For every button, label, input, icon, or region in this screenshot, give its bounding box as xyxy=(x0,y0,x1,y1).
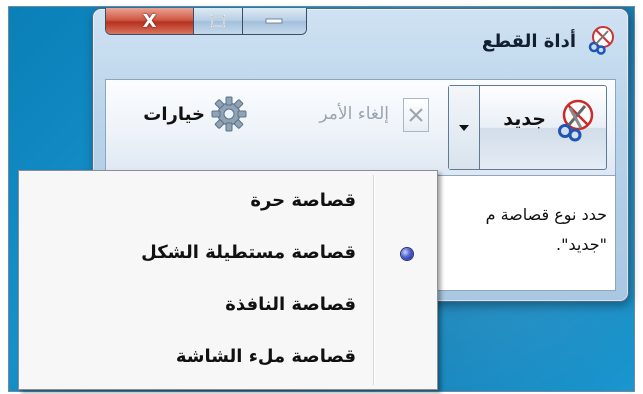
window-title: أداة القطع xyxy=(481,31,576,52)
menu-item-full-screen-snip[interactable]: قصاصة ملء الشاشة xyxy=(22,337,434,381)
caption-buttons: X xyxy=(105,8,307,35)
close-button[interactable]: X xyxy=(106,8,195,34)
new-button[interactable]: جديد xyxy=(448,85,607,170)
minimize-icon xyxy=(265,18,283,24)
instruction-text: حدد نوع قصاصة م "جديد". xyxy=(417,200,607,260)
new-button-main[interactable]: جديد xyxy=(478,86,606,169)
cancel-icon xyxy=(403,98,429,132)
gear-icon xyxy=(211,96,247,132)
options-button-label: خيارات xyxy=(143,104,205,125)
menu-item-label: قصاصة ملء الشاشة xyxy=(175,346,356,367)
cancel-button-label: إلغاء الأمر xyxy=(319,104,389,124)
title-bar[interactable]: X أداة القطع xyxy=(93,8,628,69)
options-button[interactable]: خيارات xyxy=(105,90,253,140)
maximize-button[interactable] xyxy=(194,8,243,34)
new-dropdown-arrow[interactable] xyxy=(449,86,480,169)
menu-item-window-snip[interactable]: قصاصة النافذة xyxy=(22,285,434,329)
scissors-icon xyxy=(558,99,594,142)
maximize-icon xyxy=(210,15,225,27)
snip-type-menu: قصاصة حرة قصاصة مستطيلة الشكل قصاصة النا… xyxy=(18,170,438,390)
toolbar: جديد إلغاء الأمر خيارات xyxy=(105,79,616,176)
instruction-line-1: حدد نوع قصاصة م xyxy=(485,205,607,224)
scissors-icon xyxy=(588,26,614,55)
close-icon: X xyxy=(142,10,157,32)
selected-radio-icon xyxy=(401,248,413,260)
instruction-line-2: "جديد". xyxy=(556,235,607,254)
cancel-button[interactable]: إلغاء الأمر xyxy=(261,94,433,138)
menu-item-free-form-snip[interactable]: قصاصة حرة xyxy=(22,181,434,225)
minimize-button[interactable] xyxy=(242,8,306,34)
menu-item-label: قصاصة مستطيلة الشكل xyxy=(141,242,356,263)
chevron-down-icon xyxy=(459,124,469,131)
menu-item-label: قصاصة النافذة xyxy=(225,294,356,315)
menu-item-label: قصاصة حرة xyxy=(250,190,356,211)
menu-item-rectangular-snip[interactable]: قصاصة مستطيلة الشكل xyxy=(22,233,434,277)
new-button-label: جديد xyxy=(503,108,546,130)
